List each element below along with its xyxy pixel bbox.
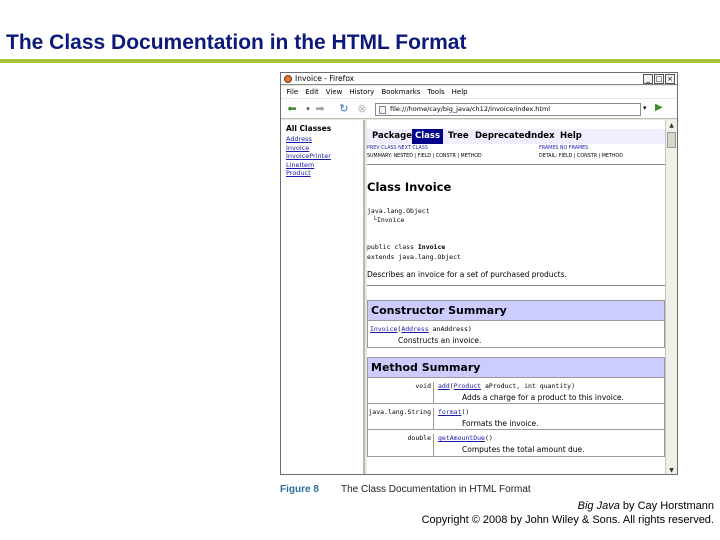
url-text: file:///home/cay/big_java/ch12/invoice/i…: [390, 105, 551, 113]
window-title: Invoice - Firefox: [295, 74, 355, 83]
menu-bar: File Edit View History Bookmarks Tools H…: [281, 86, 677, 98]
return-type: void: [368, 382, 434, 404]
menu-view[interactable]: View: [322, 86, 346, 98]
class-link-address[interactable]: Address: [286, 135, 363, 144]
method-params: (): [484, 434, 493, 442]
maximize-button[interactable]: □: [654, 74, 664, 84]
class-extends: extends java.lang.Object: [367, 253, 461, 261]
class-link-lineitem[interactable]: LineItem: [286, 161, 363, 170]
menu-edit[interactable]: Edit: [302, 86, 323, 98]
all-classes-heading: All Classes: [286, 124, 332, 133]
menu-bookmarks[interactable]: Bookmarks: [378, 86, 424, 98]
page-title: Class Invoice: [367, 180, 452, 194]
minimize-button[interactable]: _: [643, 74, 653, 84]
scroll-thumb[interactable]: [667, 132, 676, 148]
table-row: void add(Product aProduct, int quantity)…: [368, 378, 664, 404]
close-button[interactable]: ×: [665, 74, 675, 84]
return-type: java.lang.String: [368, 408, 434, 430]
method-summary-table: Method Summary void add(Product aProduct…: [367, 357, 665, 457]
table-row: double getAmountDue() Computes the total…: [368, 430, 664, 456]
navigation-toolbar: ⬅ ▾ ➡ ↻ ⊗ file:///home/cay/big_java/ch12…: [281, 99, 677, 119]
method-description: Adds a charge for a product to this invo…: [462, 393, 624, 402]
table-row: Invoice(Address anAddress) Constructs an…: [368, 321, 664, 347]
go-icon[interactable]: ▶: [655, 102, 663, 113]
class-link-invoiceprinter[interactable]: InvoicePrinter: [286, 152, 363, 161]
method-signature: add(Product aProduct, int quantity): [438, 382, 575, 390]
browser-window: Invoice - Firefox _ □ × File Edit View H…: [280, 72, 678, 475]
method-signature: format(): [438, 408, 469, 416]
scroll-up-icon[interactable]: ▲: [666, 120, 677, 131]
summary-links[interactable]: SUMMARY: NESTED | FIELD | CONSTR | METHO…: [367, 154, 482, 160]
divider: [367, 285, 665, 286]
param-type-link[interactable]: Product: [454, 382, 481, 390]
forward-arrow-icon[interactable]: ➡: [313, 103, 327, 115]
tab-help[interactable]: Help: [557, 129, 585, 144]
table-row: java.lang.String format() Formats the in…: [368, 404, 664, 430]
back-arrow-icon[interactable]: ⬅: [285, 103, 299, 115]
prev-next-links[interactable]: PREV CLASS NEXT CLASS: [367, 146, 428, 152]
book-title: Big Java: [577, 500, 620, 512]
method-description: Formats the invoice.: [462, 419, 539, 428]
menu-tools[interactable]: Tools: [424, 86, 448, 98]
url-dropdown-icon[interactable]: ▾: [643, 104, 647, 112]
address-bar[interactable]: file:///home/cay/big_java/ch12/invoice/i…: [375, 103, 641, 116]
detail-links[interactable]: DETAIL: FIELD | CONSTR | METHOD: [539, 154, 623, 160]
return-type: double: [368, 434, 434, 456]
method-link-getamountdue[interactable]: getAmountDue: [438, 434, 485, 442]
tab-tree[interactable]: Tree: [445, 129, 472, 144]
hierarchy-root: java.lang.Object: [367, 207, 430, 215]
firefox-icon: [284, 75, 292, 83]
title-underline: [0, 59, 720, 63]
figure-caption: The Class Documentation in HTML Format: [341, 484, 531, 495]
chevron-down-icon[interactable]: ▾: [303, 103, 313, 115]
vertical-scrollbar[interactable]: ▲ ▼: [665, 120, 677, 474]
class-doc-frame: Package Class Tree Deprecated Index Help…: [367, 120, 665, 474]
javadoc-navbar: Package Class Tree Deprecated Index Help: [367, 129, 665, 144]
figure-number: Figure 8: [280, 484, 319, 495]
constructor-link[interactable]: Invoice: [370, 325, 397, 333]
class-link-product[interactable]: Product: [286, 169, 363, 178]
copyright-notice: Copyright © 2008 by John Wiley & Sons. A…: [421, 514, 714, 526]
book-author: by Cay Horstmann: [619, 500, 714, 512]
menu-help[interactable]: Help: [448, 86, 471, 98]
hierarchy-class: └Invoice: [373, 216, 405, 224]
class-declaration: public class Invoice: [367, 243, 446, 251]
scroll-down-icon[interactable]: ▼: [666, 465, 677, 474]
tab-package[interactable]: Package: [369, 129, 415, 144]
constructor-description: Constructs an invoice.: [398, 336, 482, 345]
stop-icon[interactable]: ⊗: [355, 103, 369, 115]
tab-class[interactable]: Class: [412, 129, 444, 144]
class-description: Describes an invoice for a set of purcha…: [367, 270, 567, 279]
class-link-invoice[interactable]: Invoice: [286, 144, 363, 153]
slide-title: The Class Documentation in the HTML Form…: [6, 31, 467, 54]
book-credit: Big Java by Cay Horstmann: [578, 500, 714, 512]
browser-titlebar: Invoice - Firefox _ □ ×: [281, 73, 677, 85]
method-link-format[interactable]: format: [438, 408, 461, 416]
constructor-summary-heading: Constructor Summary: [368, 301, 664, 321]
method-params: aProduct, int quantity): [481, 382, 575, 390]
method-link-add[interactable]: add: [438, 382, 450, 390]
reload-icon[interactable]: ↻: [337, 103, 351, 115]
menu-history[interactable]: History: [346, 86, 378, 98]
frames-links[interactable]: FRAMES NO FRAMES: [539, 146, 588, 152]
divider: [367, 164, 665, 165]
tab-index[interactable]: Index: [525, 129, 558, 144]
method-description: Computes the total amount due.: [462, 445, 585, 454]
constructor-summary-table: Constructor Summary Invoice(Address anAd…: [367, 300, 665, 348]
method-signature: getAmountDue(): [438, 434, 493, 442]
method-summary-heading: Method Summary: [368, 358, 664, 378]
constructor-signature: Invoice(Address anAddress): [370, 325, 472, 333]
all-classes-frame: All Classes Address Invoice InvoicePrint…: [281, 120, 365, 474]
method-params: (): [461, 408, 470, 416]
page-icon: [379, 106, 386, 114]
menu-file[interactable]: File: [283, 86, 302, 98]
param-type-link[interactable]: Address: [401, 325, 428, 333]
